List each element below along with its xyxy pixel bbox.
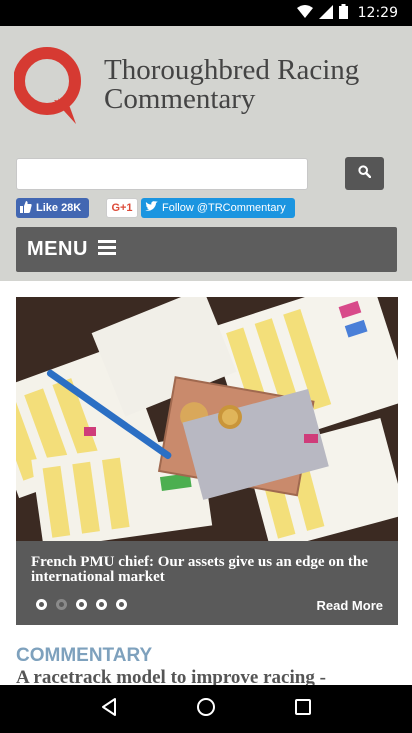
logo-icon[interactable] <box>13 46 84 126</box>
search-input[interactable] <box>16 158 308 190</box>
slider-dot-active[interactable] <box>56 599 67 610</box>
home-icon <box>196 697 216 722</box>
section-heading[interactable]: COMMENTARY <box>16 645 152 667</box>
twitter-follow-label: Follow @TRCommentary <box>162 202 286 214</box>
site-title[interactable]: Thoroughbred Racing Commentary <box>104 56 404 114</box>
signal-icon <box>318 4 333 22</box>
google-plus-button[interactable]: G+1 <box>106 198 138 218</box>
slider-dot[interactable] <box>36 599 47 610</box>
slider-dot[interactable] <box>76 599 87 610</box>
slide-caption: French PMU chief: Our assets give us an … <box>16 541 398 625</box>
recents-icon <box>294 698 312 721</box>
battery-icon <box>338 4 348 22</box>
google-plus-label: G+1 <box>111 202 133 214</box>
status-time: 12:29 <box>357 5 398 21</box>
recents-button[interactable] <box>288 694 318 724</box>
menu-label: MENU <box>27 238 88 260</box>
search-button[interactable] <box>345 157 384 190</box>
twitter-follow-button[interactable]: Follow @TRCommentary <box>141 198 295 218</box>
article-title[interactable]: A racetrack model to improve racing - <box>16 667 406 686</box>
slider-dot[interactable] <box>116 599 127 610</box>
twitter-bird-icon <box>145 201 158 215</box>
wifi-icon <box>296 4 313 22</box>
status-bar: 12:29 <box>0 0 412 26</box>
status-icons: 12:29 <box>296 4 398 22</box>
hamburger-icon <box>97 239 116 260</box>
search-icon <box>358 164 372 183</box>
thumbs-up-icon <box>20 200 32 216</box>
site-title-line1: Thoroughbred Racing <box>104 54 360 86</box>
site-header: Thoroughbred Racing Commentary Like 28K … <box>0 26 412 281</box>
back-button[interactable] <box>94 694 124 724</box>
facebook-like-button[interactable]: Like 28K <box>16 198 89 218</box>
slide-caption-title[interactable]: French PMU chief: Our assets give us an … <box>31 555 387 585</box>
site-title-line2: Commentary <box>104 83 256 115</box>
facebook-like-label: Like 28K <box>36 202 82 214</box>
back-icon <box>100 697 118 722</box>
menu-toggle[interactable]: MENU <box>16 227 397 272</box>
android-nav-bar <box>0 685 412 733</box>
home-button[interactable] <box>191 694 221 724</box>
featured-slider[interactable]: French PMU chief: Our assets give us an … <box>16 297 398 625</box>
slide-image[interactable] <box>16 297 398 551</box>
slider-dot[interactable] <box>96 599 107 610</box>
read-more-link[interactable]: Read More <box>317 598 383 613</box>
slider-dots <box>36 599 127 610</box>
